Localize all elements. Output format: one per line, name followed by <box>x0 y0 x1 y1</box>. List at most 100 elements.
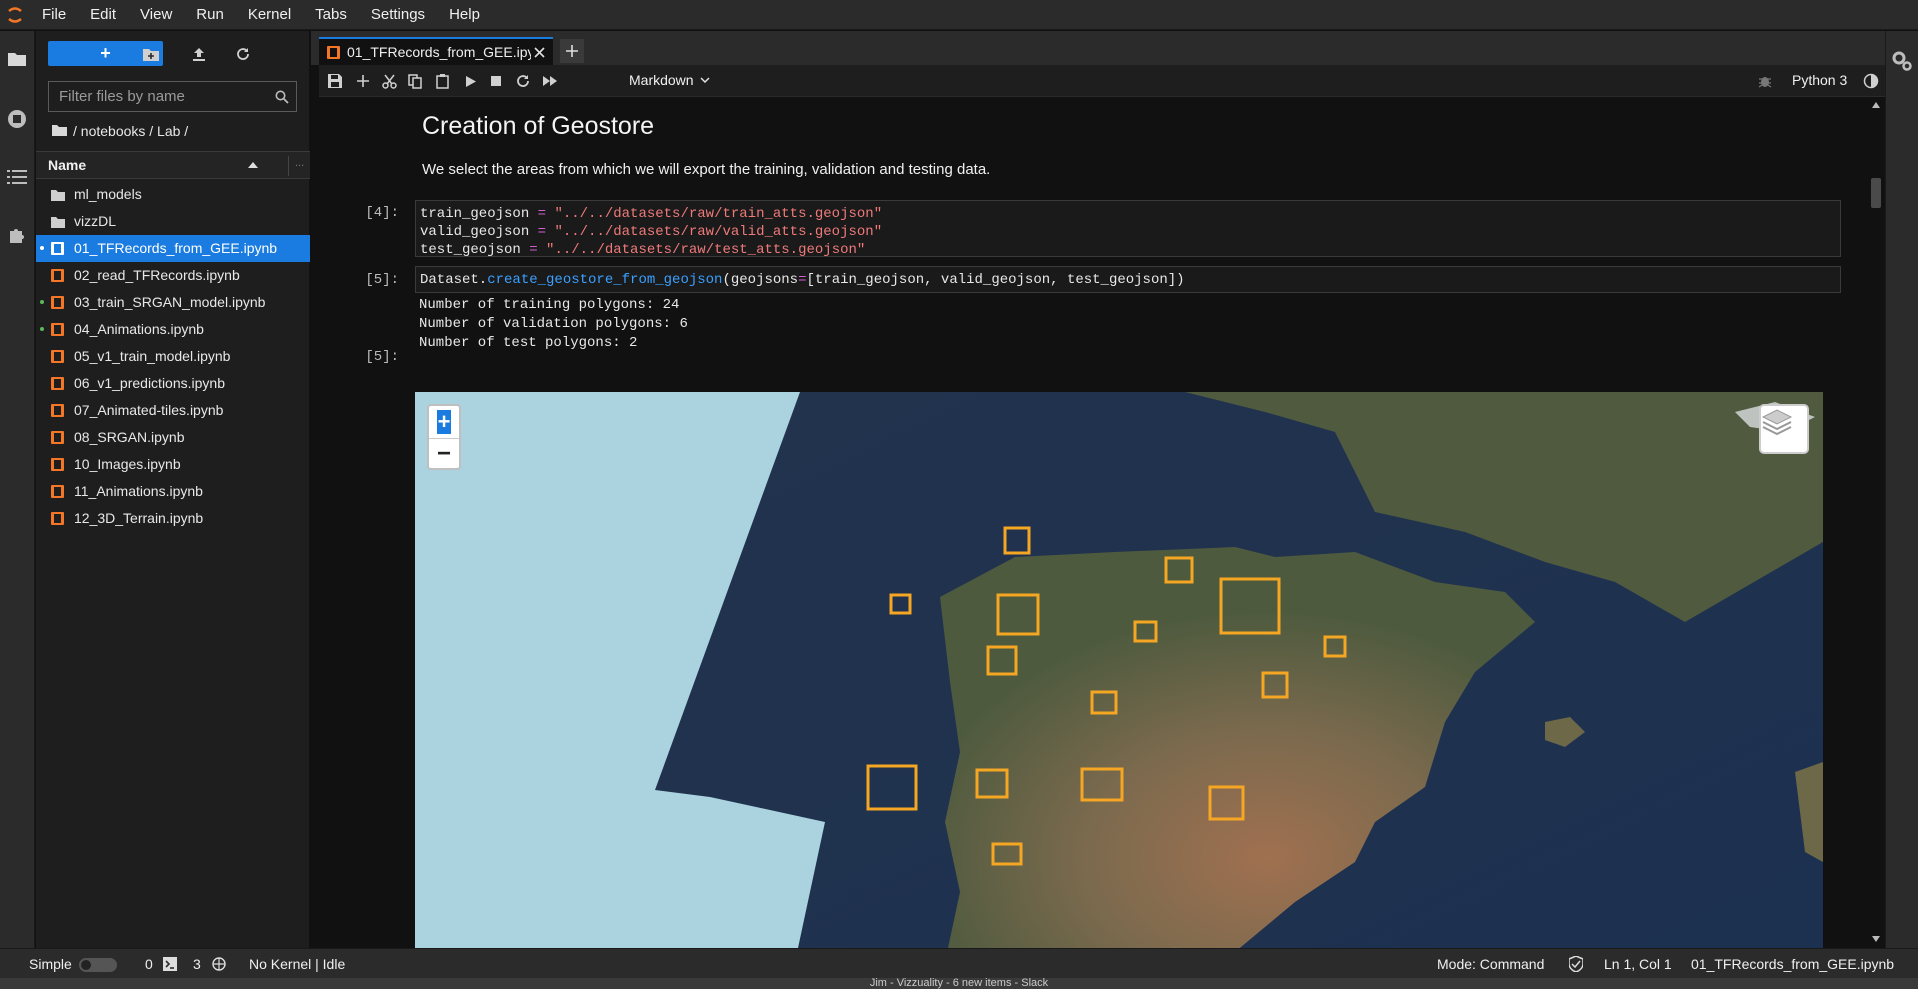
menu-file[interactable]: File <box>30 0 78 30</box>
trusted-shield-icon[interactable] <box>1568 955 1584 975</box>
sort-ascending-icon[interactable] <box>248 151 262 179</box>
file-row[interactable]: 07_Animated-tiles.ipynb <box>36 397 310 424</box>
terminal-count[interactable]: 0 <box>145 956 153 972</box>
filter-files-field[interactable] <box>48 81 297 112</box>
notebook-icon <box>51 242 65 256</box>
file-row[interactable]: 03_train_SRGAN_model.ipynb <box>36 289 310 316</box>
plus-icon <box>566 45 578 57</box>
paste-icon[interactable] <box>432 71 452 91</box>
jupyter-logo-icon <box>0 0 30 30</box>
notebook-mode: Mode: Command <box>1437 956 1545 972</box>
running-kernels-icon[interactable] <box>5 107 29 131</box>
cell-type-value: Markdown <box>629 72 694 88</box>
debugger-icon[interactable] <box>1755 71 1775 91</box>
kernel-name[interactable]: Python 3 <box>1792 72 1847 88</box>
running-indicator <box>40 327 44 331</box>
property-inspector-icon[interactable] <box>1890 49 1914 73</box>
file-row[interactable]: 11_Animations.ipynb <box>36 478 310 505</box>
home-folder-icon[interactable] <box>52 123 67 139</box>
notebook-icon <box>51 512 65 526</box>
menu-kernel[interactable]: Kernel <box>236 0 303 30</box>
simple-mode-toggle[interactable] <box>79 958 117 972</box>
cell-prompt: [4]: <box>365 205 399 221</box>
notebook-icon <box>51 404 65 418</box>
file-row[interactable]: 05_v1_train_model.ipynb <box>36 343 310 370</box>
scroll-thumb[interactable] <box>1871 178 1881 208</box>
restart-kernel-icon[interactable] <box>513 71 533 91</box>
menu-help[interactable]: Help <box>437 0 492 30</box>
kernel-sessions-icon <box>212 957 226 974</box>
notebook-icon <box>51 350 65 364</box>
menu-run[interactable]: Run <box>184 0 236 30</box>
file-name: 06_v1_predictions.ipynb <box>74 375 225 391</box>
cut-icon[interactable] <box>379 71 399 91</box>
refresh-icon[interactable] <box>232 43 254 65</box>
notebook-icon <box>51 269 65 283</box>
save-icon[interactable] <box>325 71 345 91</box>
cell-prompt: [5]: <box>365 272 399 288</box>
extensions-icon[interactable] <box>5 223 29 247</box>
right-activity-bar <box>1885 31 1918 948</box>
file-name: vizzDL <box>74 213 117 229</box>
breadcrumb[interactable]: / notebooks / Lab / <box>52 121 188 141</box>
menu-tabs[interactable]: Tabs <box>303 0 359 30</box>
name-column-header[interactable]: Name <box>48 157 248 173</box>
scroll-down-icon[interactable] <box>1872 936 1880 942</box>
kernel-count[interactable]: 3 <box>193 956 201 972</box>
code-cell-geostore[interactable]: Dataset.create_geostore_from_geojson(geo… <box>415 266 1841 293</box>
notebook-icon <box>51 296 65 310</box>
more-columns-label[interactable]: ... <box>295 157 304 169</box>
scroll-up-icon[interactable] <box>1872 102 1880 108</box>
stop-icon[interactable] <box>486 71 506 91</box>
run-icon[interactable] <box>461 71 481 91</box>
add-tab-button[interactable] <box>560 39 584 63</box>
fast-forward-icon[interactable] <box>540 71 560 91</box>
filter-files-input[interactable] <box>49 82 268 111</box>
tab-label: 01_TFRecords_from_GEE.ipynb <box>347 44 531 60</box>
toggle-knob <box>81 960 91 970</box>
insert-cell-icon[interactable] <box>353 71 373 91</box>
menu-settings[interactable]: Settings <box>359 0 437 30</box>
file-row[interactable]: 12_3D_Terrain.ipynb <box>36 505 310 532</box>
kernel-status[interactable]: No Kernel | Idle <box>249 956 345 972</box>
map-widget[interactable]: + − <box>415 392 1823 948</box>
menu-edit[interactable]: Edit <box>78 0 128 30</box>
file-list-header: Name ... <box>36 151 310 179</box>
markdown-heading: Creation of Geostore <box>422 112 655 140</box>
zoom-out-button[interactable]: − <box>429 438 459 468</box>
zoom-in-button[interactable]: + <box>437 410 451 434</box>
table-of-contents-icon[interactable] <box>5 165 29 189</box>
file-row[interactable]: 06_v1_predictions.ipynb <box>36 370 310 397</box>
column-divider <box>288 156 289 176</box>
code-line: train_geojson = "../../datasets/raw/trai… <box>420 206 883 222</box>
menu-view[interactable]: View <box>128 0 184 30</box>
file-row[interactable]: 02_read_TFRecords.ipynb <box>36 262 310 289</box>
file-row[interactable]: 08_SRGAN.ipynb <box>36 424 310 451</box>
copy-icon[interactable] <box>405 71 425 91</box>
markdown-paragraph: We select the areas from which we will e… <box>422 161 991 178</box>
breadcrumb-path[interactable]: / notebooks / Lab / <box>73 123 188 139</box>
cell-type-dropdown[interactable]: Markdown <box>629 72 710 88</box>
close-icon[interactable] <box>531 44 547 60</box>
cell-output: Number of training polygons: 24 Number o… <box>419 296 688 353</box>
code-line: valid_geojson = "../../datasets/raw/vali… <box>420 224 883 240</box>
file-name: 08_SRGAN.ipynb <box>74 429 185 445</box>
terminal-icon <box>163 957 177 974</box>
file-row[interactable]: 04_Animations.ipynb <box>36 316 310 343</box>
file-row[interactable]: 10_Images.ipynb <box>36 451 310 478</box>
notebook-scrollbar[interactable] <box>1867 98 1885 948</box>
folder-icon[interactable] <box>5 47 29 71</box>
new-folder-icon[interactable] <box>140 43 162 65</box>
file-row[interactable]: ml_models <box>36 181 310 208</box>
file-row[interactable]: 01_TFRecords_from_GEE.ipynb <box>36 235 310 262</box>
output-line: Number of validation polygons: 6 <box>419 316 688 332</box>
cursor-position[interactable]: Ln 1, Col 1 <box>1604 956 1672 972</box>
notebook-icon <box>51 377 65 391</box>
layers-icon[interactable] <box>1759 404 1809 454</box>
file-row[interactable]: vizzDL <box>36 208 310 235</box>
tab-notebook[interactable]: 01_TFRecords_from_GEE.ipynb <box>319 37 553 65</box>
current-file: 01_TFRecords_from_GEE.ipynb <box>1691 956 1895 972</box>
code-cell-paths[interactable]: train_geojson = "../../datasets/raw/trai… <box>415 200 1841 258</box>
upload-icon[interactable] <box>188 43 210 65</box>
taskbar-strip: Jim - Vizzuality - 6 new items - Slack <box>0 978 1918 989</box>
